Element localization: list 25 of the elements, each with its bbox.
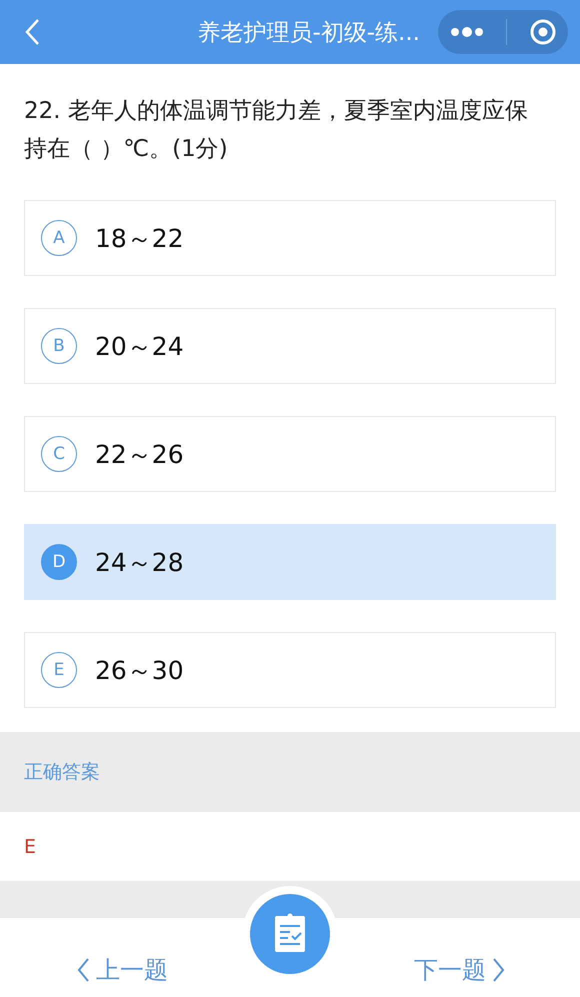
chevron-left-icon [76, 956, 90, 982]
option-letter: E [41, 652, 77, 688]
option-letter: D [41, 544, 77, 580]
option-text: 18～22 [95, 222, 184, 254]
answer-option[interactable]: B 20～24 [24, 308, 556, 384]
option-text: 22～26 [95, 438, 184, 470]
answer-value: E [23, 834, 38, 860]
option-text: 24～28 [95, 546, 184, 578]
clipboard-icon[interactable] [250, 894, 330, 974]
more-icon[interactable] [448, 26, 485, 38]
option-letter: B [41, 328, 77, 364]
chevron-right-icon [492, 956, 506, 982]
option-text: 20～24 [95, 330, 184, 362]
back-icon[interactable] [24, 18, 40, 46]
answer-option[interactable]: E 26～30 [24, 632, 556, 708]
answer-heading: 正确答案 [24, 760, 100, 785]
close-icon[interactable] [529, 18, 558, 46]
answer-option[interactable]: A 18～22 [24, 200, 556, 276]
option-letter: C [41, 436, 77, 472]
question-text: 22. 老年人的体温调节能力差，夏季室内温度应保持在（ ）℃。(1分) [23, 97, 529, 164]
answer-option[interactable]: C 22～26 [24, 416, 556, 492]
option-text: 26～30 [95, 654, 184, 686]
answer-option[interactable]: D 24～28 [24, 524, 556, 600]
option-letter: A [41, 220, 77, 256]
page-title: 养老护理员-初级-练... [197, 18, 420, 48]
